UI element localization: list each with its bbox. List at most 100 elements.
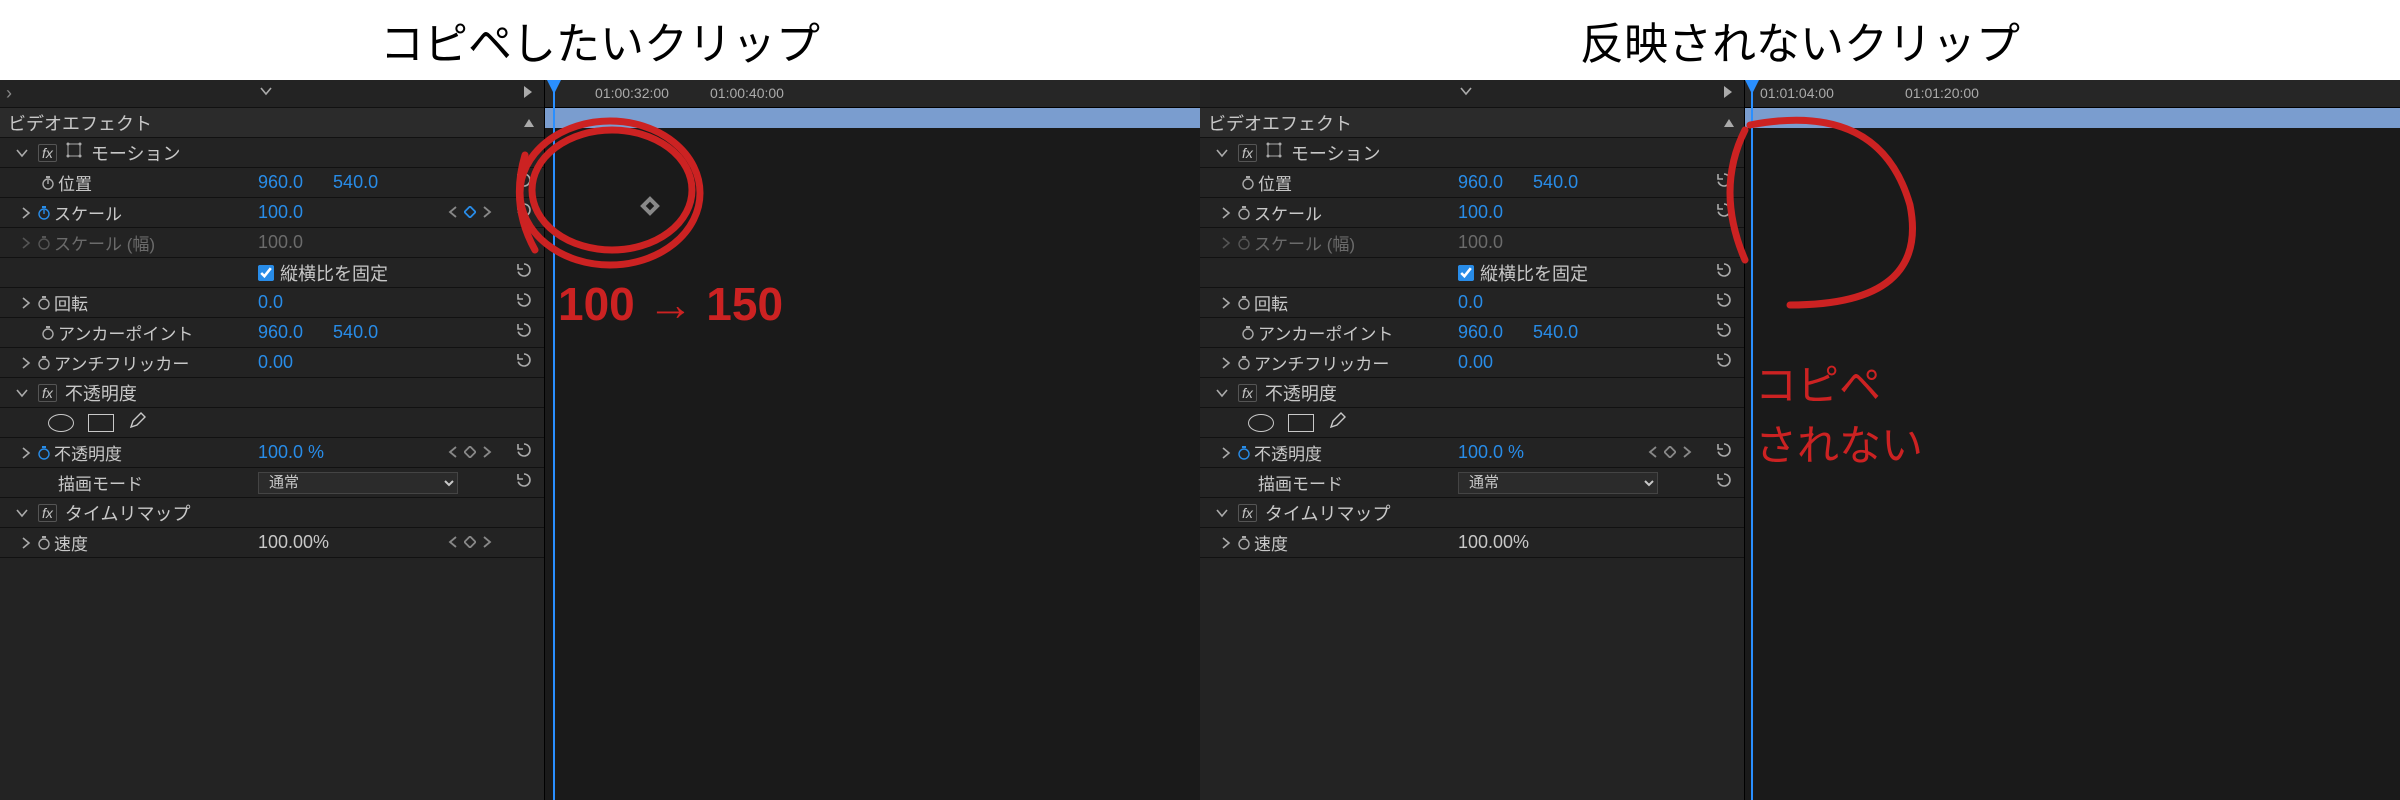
- transform-box-icon[interactable]: [1265, 141, 1283, 164]
- prev-keyframe-icon[interactable]: [448, 202, 458, 223]
- rotation-value[interactable]: 0.0: [1458, 292, 1483, 313]
- chevron-right-icon[interactable]: [1218, 295, 1234, 311]
- stopwatch-active-icon[interactable]: [34, 205, 54, 221]
- fx-badge-icon[interactable]: fx: [1238, 504, 1257, 522]
- reset-icon[interactable]: [516, 322, 536, 343]
- reset-icon[interactable]: [516, 262, 536, 283]
- position-y-value[interactable]: 540.0: [333, 172, 378, 193]
- add-keyframe-icon[interactable]: [1664, 442, 1676, 463]
- chevron-right-icon[interactable]: [18, 535, 34, 551]
- prev-keyframe-icon[interactable]: [1648, 442, 1658, 463]
- reset-icon[interactable]: [516, 202, 536, 223]
- add-keyframe-icon[interactable]: [464, 532, 476, 553]
- chevron-down-icon[interactable]: [258, 83, 274, 104]
- clip-bar[interactable]: [1745, 108, 2400, 128]
- chevron-right-icon[interactable]: [18, 205, 34, 221]
- rotation-value[interactable]: 0.0: [258, 292, 283, 313]
- position-x-value[interactable]: 960.0: [258, 172, 303, 193]
- anchor-y-value[interactable]: 540.0: [1533, 322, 1578, 343]
- antiflicker-value[interactable]: 0.00: [1458, 352, 1493, 373]
- fx-badge-icon[interactable]: fx: [38, 144, 57, 162]
- stopwatch-active-icon[interactable]: [34, 445, 54, 461]
- play-forward-icon[interactable]: [520, 84, 536, 105]
- timeline-right[interactable]: 01:01:04:00 01:01:20:00: [1745, 80, 2400, 800]
- chevron-right-icon[interactable]: [1218, 445, 1234, 461]
- rect-mask-icon[interactable]: [88, 414, 114, 432]
- stopwatch-icon[interactable]: [34, 295, 54, 311]
- stopwatch-icon[interactable]: [1238, 325, 1258, 341]
- chevron-right-icon[interactable]: [18, 445, 34, 461]
- chevron-down-icon[interactable]: [14, 145, 30, 161]
- stopwatch-icon[interactable]: [34, 355, 54, 371]
- group-opacity[interactable]: fx 不透明度: [1200, 378, 1744, 408]
- opacity-value[interactable]: 100.0 %: [258, 442, 324, 463]
- playhead-line[interactable]: [553, 80, 555, 800]
- clip-bar[interactable]: [545, 108, 1200, 128]
- chevron-right-icon[interactable]: [18, 295, 34, 311]
- reset-icon[interactable]: [516, 292, 536, 313]
- time-ruler[interactable]: 01:01:04:00 01:01:20:00: [1745, 80, 2400, 108]
- chevron-down-icon[interactable]: [1214, 505, 1230, 521]
- scale-value[interactable]: 100.0: [258, 202, 303, 223]
- add-keyframe-icon[interactable]: [464, 442, 476, 463]
- reset-icon[interactable]: [1716, 352, 1736, 373]
- lock-aspect-checkbox[interactable]: [258, 265, 274, 281]
- lock-aspect-checkbox[interactable]: [1458, 265, 1474, 281]
- reset-icon[interactable]: [1716, 172, 1736, 193]
- play-forward-icon[interactable]: [1720, 84, 1736, 105]
- pen-mask-icon[interactable]: [128, 410, 148, 435]
- reset-icon[interactable]: [516, 352, 536, 373]
- ellipse-mask-icon[interactable]: [1248, 414, 1274, 432]
- group-motion[interactable]: fx モーション: [0, 138, 544, 168]
- stopwatch-active-icon[interactable]: [1234, 445, 1254, 461]
- position-y-value[interactable]: 540.0: [1533, 172, 1578, 193]
- scale-keyframe-diamond[interactable]: [640, 196, 660, 216]
- chevron-down-icon[interactable]: [14, 385, 30, 401]
- collapse-icon[interactable]: [1722, 117, 1736, 129]
- stopwatch-icon[interactable]: [1234, 205, 1254, 221]
- antiflicker-value[interactable]: 0.00: [258, 352, 293, 373]
- group-motion[interactable]: fx モーション: [1200, 138, 1744, 168]
- stopwatch-icon[interactable]: [1238, 175, 1258, 191]
- chevron-down-icon[interactable]: [1214, 385, 1230, 401]
- prev-keyframe-icon[interactable]: [448, 532, 458, 553]
- group-opacity[interactable]: fx 不透明度: [0, 378, 544, 408]
- reset-icon[interactable]: [1716, 292, 1736, 313]
- opacity-value[interactable]: 100.0 %: [1458, 442, 1524, 463]
- rect-mask-icon[interactable]: [1288, 414, 1314, 432]
- blend-mode-select[interactable]: 通常: [1458, 472, 1658, 494]
- fx-badge-icon[interactable]: fx: [38, 384, 57, 402]
- stopwatch-icon[interactable]: [38, 325, 58, 341]
- reset-icon[interactable]: [516, 442, 536, 463]
- reset-icon[interactable]: [1716, 322, 1736, 343]
- reset-icon[interactable]: [1716, 202, 1736, 223]
- ellipse-mask-icon[interactable]: [48, 414, 74, 432]
- anchor-x-value[interactable]: 960.0: [1458, 322, 1503, 343]
- fx-badge-icon[interactable]: fx: [1238, 384, 1257, 402]
- next-keyframe-icon[interactable]: [482, 442, 492, 463]
- collapse-icon[interactable]: [522, 117, 536, 129]
- blend-mode-select[interactable]: 通常: [258, 472, 458, 494]
- stopwatch-icon[interactable]: [34, 535, 54, 551]
- next-keyframe-icon[interactable]: [1682, 442, 1692, 463]
- reset-icon[interactable]: [516, 172, 536, 193]
- playhead-line[interactable]: [1751, 80, 1753, 800]
- stopwatch-icon[interactable]: [38, 175, 58, 191]
- timeline-left[interactable]: 01:00:32:00 01:00:40:00: [545, 80, 1200, 800]
- chevron-right-icon[interactable]: [1218, 205, 1234, 221]
- chevron-down-icon[interactable]: [1214, 145, 1230, 161]
- next-keyframe-icon[interactable]: [482, 202, 492, 223]
- time-ruler[interactable]: 01:00:32:00 01:00:40:00: [545, 80, 1200, 108]
- stopwatch-icon[interactable]: [1234, 355, 1254, 371]
- next-keyframe-icon[interactable]: [482, 532, 492, 553]
- reset-icon[interactable]: [1716, 472, 1736, 493]
- position-x-value[interactable]: 960.0: [1458, 172, 1503, 193]
- fx-badge-icon[interactable]: fx: [38, 504, 57, 522]
- add-keyframe-icon[interactable]: [464, 202, 476, 223]
- anchor-y-value[interactable]: 540.0: [333, 322, 378, 343]
- fx-badge-icon[interactable]: fx: [1238, 144, 1257, 162]
- reset-icon[interactable]: [1716, 262, 1736, 283]
- chevron-down-icon[interactable]: [14, 505, 30, 521]
- prev-keyframe-icon[interactable]: [448, 442, 458, 463]
- chevron-right-icon[interactable]: [1218, 535, 1234, 551]
